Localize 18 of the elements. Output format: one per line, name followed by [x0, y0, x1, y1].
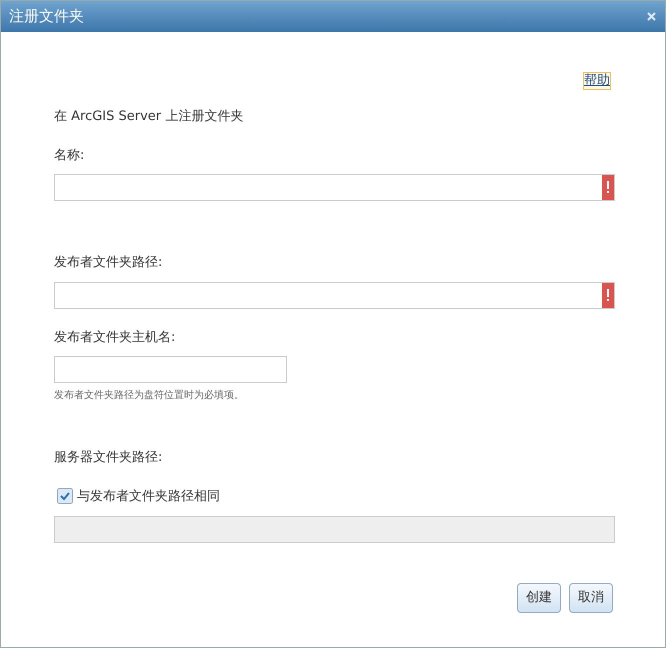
- window-title: 注册文件夹: [9, 6, 84, 28]
- input-field[interactable]: [54, 282, 615, 308]
- error-icon: [602, 175, 614, 200]
- field-label: 名称:: [54, 146, 86, 164]
- cancel-button[interactable]: 取消: [569, 583, 613, 612]
- close-icon: [646, 11, 657, 22]
- help-link[interactable]: 帮助: [583, 72, 611, 90]
- field-label: 服务器文件夹路径:: [54, 449, 164, 467]
- field-label: 发布者文件夹路径:: [54, 254, 164, 272]
- checkbox-label: 与发布者文件夹路径相同: [77, 488, 220, 506]
- error-icon: [602, 282, 614, 308]
- hint-text: 发布者文件夹路径为盘符位置时为必填项。: [54, 388, 245, 403]
- close-button[interactable]: [646, 11, 657, 22]
- field-label: 发布者文件夹主机名:: [54, 328, 176, 346]
- input-field[interactable]: [54, 174, 615, 201]
- input-field[interactable]: [54, 356, 287, 383]
- intro-text: 在 ArcGIS Server 上注册文件夹: [54, 108, 244, 126]
- create-button[interactable]: 创建: [517, 583, 561, 612]
